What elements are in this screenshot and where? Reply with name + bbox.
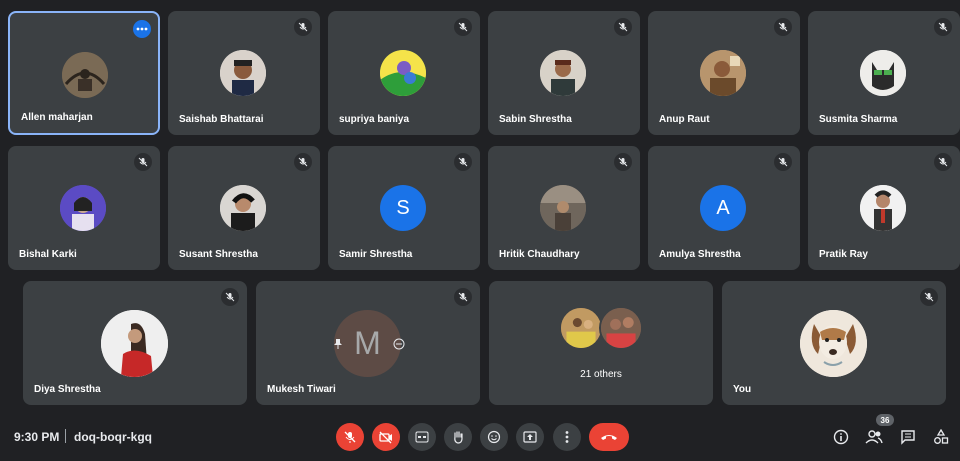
participant-name: Hritik Chaudhary [499,249,580,260]
participant-name: Susant Shrestha [179,249,258,260]
mic-off-icon [134,153,152,171]
activities-button[interactable] [931,427,951,447]
present-icon [523,431,537,443]
more-options-button[interactable] [553,423,581,451]
avatar-initial: A [716,196,730,219]
more-options-icon[interactable] [133,20,151,38]
participant-name: Anup Raut [659,114,710,125]
avatar [559,306,603,350]
mic-toggle-button[interactable] [336,423,364,451]
avatar [800,310,867,377]
avatar: A [700,185,746,231]
mic-off-icon [774,153,792,171]
mic-off-icon [344,431,356,443]
hand-icon [454,431,463,444]
info-icon [833,429,849,445]
more-vert-icon [565,431,569,443]
avatar [220,185,266,231]
avatar [62,52,108,98]
avatar [220,50,266,96]
avatar [540,50,586,96]
mic-off-icon [934,18,952,36]
mic-off-icon [774,18,792,36]
avatar [101,310,168,377]
pin-icon[interactable] [332,337,344,349]
current-time: 9:30 PM [14,430,60,444]
chat-button[interactable] [898,427,918,447]
people-icon [865,430,883,444]
mic-off-icon [454,18,472,36]
avatar [860,185,906,231]
mic-off-icon [614,18,632,36]
avatar [380,50,426,96]
participant-name: You [733,384,752,395]
participant-name: Amulya Shrestha [659,249,741,260]
participant-tile[interactable]: Pratik Ray [808,146,960,270]
participant-tile[interactable]: Diya Shrestha [23,281,247,405]
participant-tile[interactable]: supriya baniya [328,11,480,135]
participant-tile[interactable]: Hritik Chaudhary [488,146,640,270]
others-tile[interactable]: 21 others [489,281,713,405]
participant-name: Allen maharjan [21,112,93,123]
participant-tile[interactable]: M Mukesh Tiwari [256,281,480,405]
avatar [860,50,906,96]
participant-tile[interactable]: Bishal Karki [8,146,160,270]
participant-name: Sabin Shrestha [499,114,572,125]
participant-tile[interactable]: Anup Raut [648,11,800,135]
participant-tile[interactable]: Susant Shrestha [168,146,320,270]
camera-toggle-button[interactable] [372,423,400,451]
mic-off-icon [454,153,472,171]
avatar-initial: S [396,196,410,219]
participant-name: Susmita Sharma [819,114,898,125]
participant-name: Mukesh Tiwari [267,384,336,395]
mic-off-icon [934,153,952,171]
captions-button[interactable] [408,423,436,451]
participant-tile[interactable]: Saishab Bhattarai [168,11,320,135]
leave-call-button[interactable] [589,423,629,451]
chat-icon [901,430,915,445]
raise-hand-button[interactable] [444,423,472,451]
participant-tile[interactable]: Susmita Sharma [808,11,960,135]
participant-tile[interactable]: Allen maharjan [8,11,160,135]
participant-tile[interactable]: S Samir Shrestha [328,146,480,270]
activities-icon [934,429,949,444]
participant-name: Saishab Bhattarai [179,114,264,125]
avatar [599,306,643,350]
avatar-initial: M [354,325,381,361]
avatar: S [380,185,426,231]
avatar: M [334,310,401,377]
participant-name: Bishal Karki [19,249,77,260]
remove-icon[interactable] [393,337,405,350]
participant-tile[interactable]: A Amulya Shrestha [648,146,800,270]
avatar [540,185,586,231]
divider [65,429,66,443]
emoji-icon [487,430,501,444]
meeting-code: doq-boqr-kgq [74,430,152,444]
captions-icon [415,431,429,443]
reactions-button[interactable] [480,423,508,451]
avatar [700,50,746,96]
participant-count-badge: 36 [876,414,894,426]
present-screen-button[interactable] [516,423,544,451]
mic-off-icon [294,153,312,171]
meeting-control-bar: 9:30 PM doq-boqr-kgq 36 [0,413,960,461]
avatar [60,185,106,231]
meeting-details-button[interactable] [831,427,851,447]
participant-name: Pratik Ray [819,249,868,260]
mic-off-icon [294,18,312,36]
others-label: 21 others [580,369,622,380]
participant-name: Samir Shrestha [339,249,413,260]
people-button[interactable] [864,427,884,447]
mic-off-icon [454,288,472,306]
participant-tile-self[interactable]: You [722,281,946,405]
participant-name: supriya baniya [339,114,410,125]
participant-tile[interactable]: Sabin Shrestha [488,11,640,135]
mic-off-icon [614,153,632,171]
participant-name: Diya Shrestha [34,384,101,395]
camera-off-icon [379,431,392,444]
hang-up-icon [601,435,617,440]
mic-off-icon [221,288,239,306]
mic-off-icon [920,288,938,306]
